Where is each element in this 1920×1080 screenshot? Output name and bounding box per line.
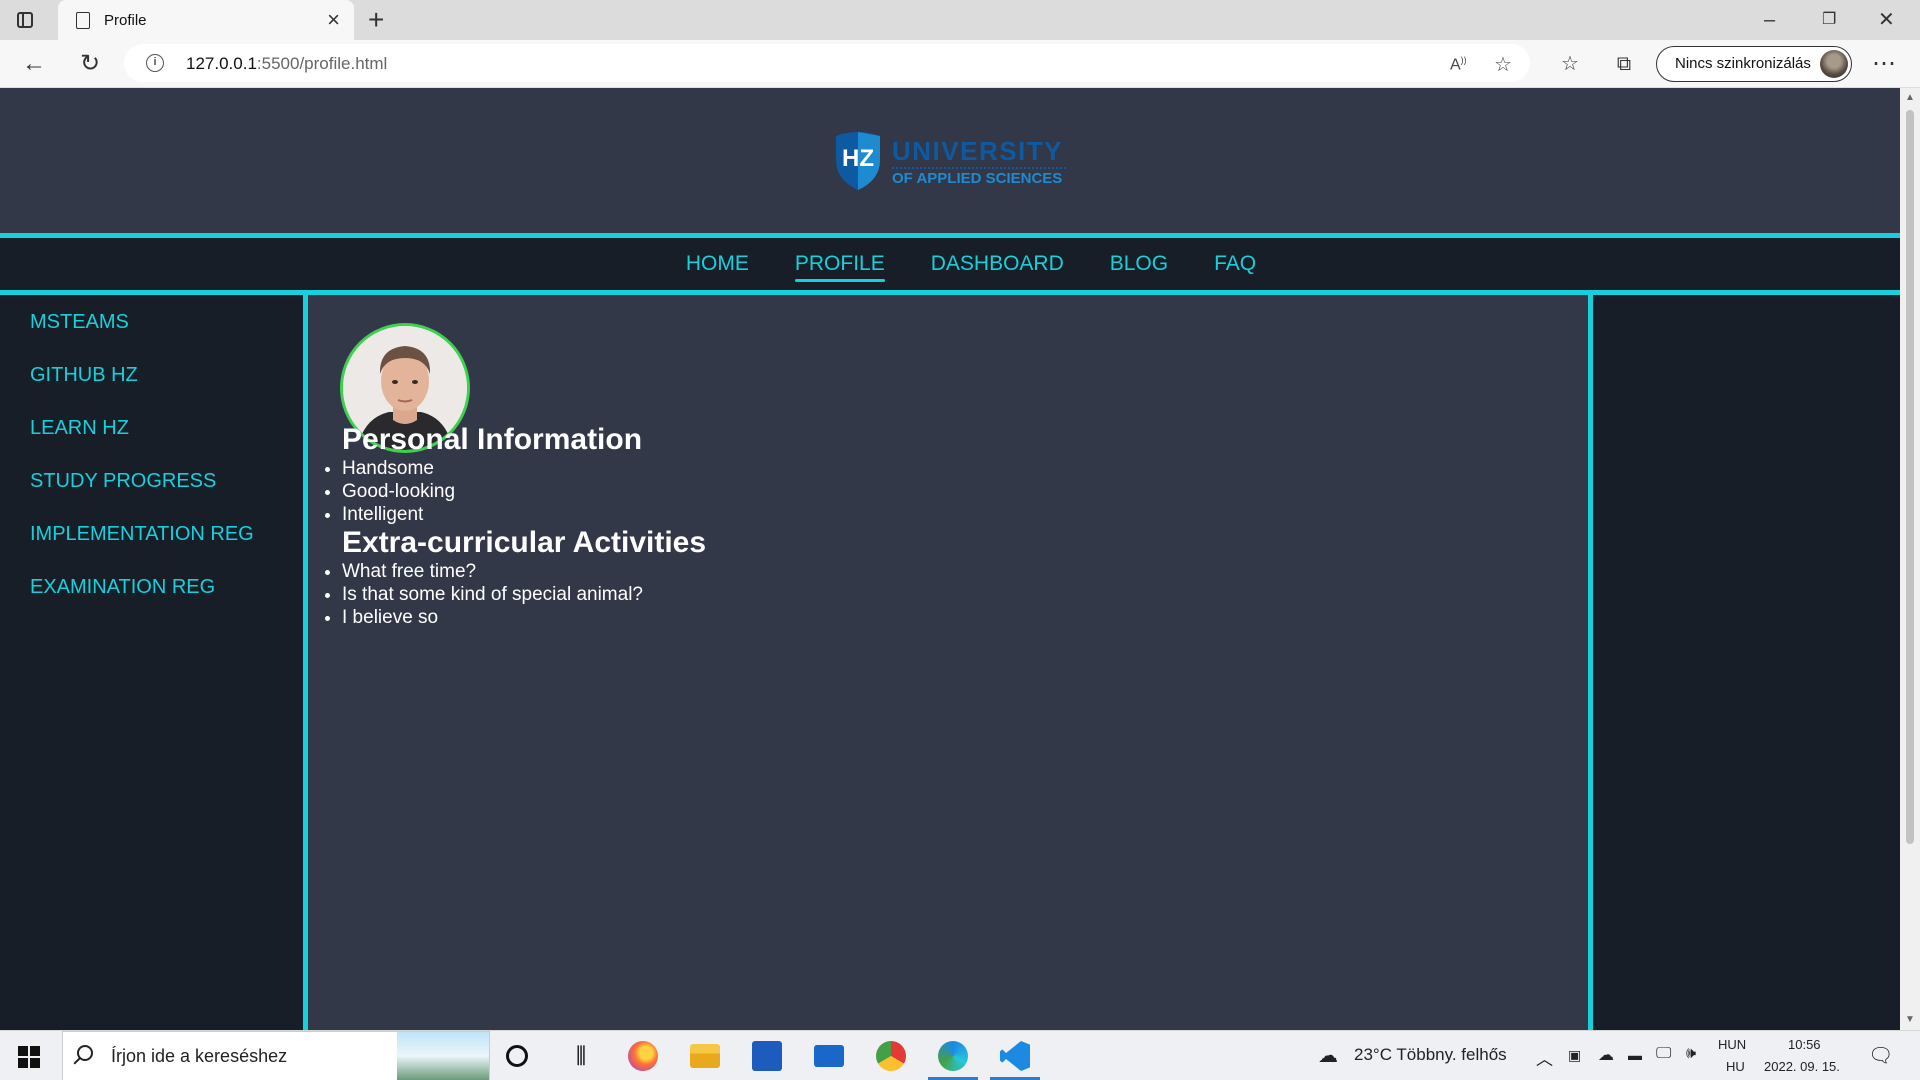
avatar <box>1820 50 1848 78</box>
sidebar-item-msteams[interactable]: MSTEAMS <box>30 311 129 334</box>
task-view-icon[interactable]: ⫼ <box>566 1041 596 1071</box>
personal-info-heading: Personal Information <box>342 423 643 456</box>
minimize-icon[interactable]: – <box>1764 6 1775 34</box>
clock-date[interactable]: 2022. 09. 15. <box>1764 1059 1840 1074</box>
url-text: 127.0.0.1:5500/profile.html <box>186 54 388 73</box>
sidebar-item-examination-reg[interactable]: EXAMINATION REG <box>30 576 215 599</box>
nav-faq[interactable]: FAQ <box>1214 252 1256 276</box>
list-item: Is that some kind of special animal? <box>342 583 643 606</box>
logo-subtitle: OF APPLIED SCIENCES <box>892 170 1063 187</box>
windows-start-icon[interactable] <box>18 1046 40 1068</box>
browser-tab[interactable]: Profile × <box>58 0 354 40</box>
profile-content: Personal Information Handsome Good-looki… <box>308 295 1588 1030</box>
close-window-icon[interactable]: ✕ <box>1878 6 1895 34</box>
activities-heading: Extra-curricular Activities <box>342 526 707 559</box>
language-code[interactable]: HUN <box>1718 1037 1746 1052</box>
list-item: Good-looking <box>342 480 455 503</box>
clock-time[interactable]: 10:56 <box>1788 1037 1821 1052</box>
edge-icon[interactable] <box>938 1041 968 1071</box>
sidebar-item-implementation-reg[interactable]: IMPLEMENTATION REG <box>30 523 254 546</box>
nav-blog[interactable]: BLOG <box>1110 252 1168 276</box>
main-nav: HOME PROFILE DASHBOARD BLOG FAQ <box>0 233 1900 295</box>
close-icon[interactable]: × <box>327 9 340 31</box>
add-favorite-icon[interactable]: ☆ <box>1494 52 1512 77</box>
collections-icon[interactable]: ⧉ <box>1608 50 1640 78</box>
page-scrollbar[interactable]: ▲ ▼ <box>1900 88 1920 1030</box>
file-explorer-icon[interactable] <box>690 1044 720 1068</box>
search-icon <box>77 1045 93 1061</box>
university-logo[interactable]: HZ UNIVERSITY OF APPLIED SCIENCES <box>832 130 1072 192</box>
favorites-icon[interactable]: ☆ <box>1554 50 1586 78</box>
weather-text[interactable]: 23°C Többny. felhős <box>1354 1045 1507 1065</box>
sync-profile-button[interactable]: Nincs szinkronizálás <box>1656 46 1852 82</box>
nav-profile[interactable]: PROFILE <box>794 252 885 282</box>
network-icon[interactable]: 🖵 <box>1656 1045 1671 1063</box>
windows-taskbar: Írjon ide a kereséshez ⫼ ☁ 23°C Többny. … <box>0 1030 1920 1080</box>
personal-info-list: Handsome Good-looking Intelligent <box>342 457 455 526</box>
activities-list: What free time? Is that some kind of spe… <box>342 560 643 629</box>
vscode-icon[interactable] <box>1000 1041 1030 1071</box>
sidebar-item-learn[interactable]: LEARN HZ <box>30 417 129 440</box>
sidebar-item-github[interactable]: GITHUB HZ <box>30 364 138 387</box>
web-page: HZ UNIVERSITY OF APPLIED SCIENCES HOME P… <box>0 88 1900 1030</box>
tab-actions-icon[interactable] <box>14 9 36 31</box>
browser-toolbar: ← ↻ i 127.0.0.1:5500/profile.html A)) ☆ … <box>0 40 1920 88</box>
firefox-icon[interactable] <box>628 1041 658 1071</box>
keyboard-layout[interactable]: HU <box>1726 1059 1745 1074</box>
shield-icon: HZ <box>836 132 880 190</box>
logo-title: UNIVERSITY <box>892 136 1064 166</box>
list-item: I believe so <box>342 606 643 629</box>
sidebar-item-study-progress[interactable]: STUDY PROGRESS <box>30 470 216 493</box>
right-sidebar <box>1588 295 1900 1030</box>
logo-divider <box>892 167 1066 169</box>
read-aloud-icon[interactable]: A)) <box>1450 55 1467 74</box>
page-icon <box>76 11 90 29</box>
sync-label: Nincs szinkronizálás <box>1675 55 1811 72</box>
restore-icon[interactable]: ❐ <box>1822 6 1836 34</box>
site-header: HZ UNIVERSITY OF APPLIED SCIENCES <box>0 88 1900 233</box>
nav-home[interactable]: HOME <box>686 252 749 276</box>
refresh-icon[interactable]: ↻ <box>74 50 106 78</box>
scroll-thumb[interactable] <box>1906 110 1914 844</box>
address-bar[interactable]: i 127.0.0.1:5500/profile.html A)) ☆ <box>124 44 1530 82</box>
chrome-icon[interactable] <box>876 1041 906 1071</box>
scroll-up-icon[interactable]: ▲ <box>1905 92 1915 103</box>
back-icon[interactable]: ← <box>18 50 50 78</box>
svg-text:HZ: HZ <box>842 145 874 172</box>
meet-icon[interactable]: ▣ <box>1568 1047 1581 1064</box>
list-item: Intelligent <box>342 503 455 526</box>
cortana-icon[interactable] <box>506 1045 528 1067</box>
browser-tab-bar: Profile × + – ❐ ✕ <box>0 0 1920 40</box>
plus-icon[interactable]: + <box>368 4 384 36</box>
battery-icon[interactable]: ▬ <box>1628 1047 1642 1063</box>
list-item: What free time? <box>342 560 643 583</box>
left-sidebar: MSTEAMS GITHUB HZ LEARN HZ STUDY PROGRES… <box>0 295 308 1030</box>
search-highlight-image <box>397 1032 489 1080</box>
store-icon[interactable] <box>752 1041 782 1071</box>
taskbar-search[interactable]: Írjon ide a kereséshez <box>62 1031 490 1080</box>
list-item: Handsome <box>342 457 455 480</box>
tab-title: Profile <box>104 11 147 29</box>
scroll-down-icon[interactable]: ▼ <box>1905 1014 1915 1025</box>
more-icon[interactable]: ⋯ <box>1868 50 1900 78</box>
onedrive-icon[interactable]: ☁ <box>1598 1045 1614 1065</box>
notifications-icon[interactable]: 🗨 <box>1868 1043 1893 1068</box>
info-icon[interactable]: i <box>146 54 164 72</box>
mail-icon[interactable] <box>814 1045 844 1067</box>
nav-dashboard[interactable]: DASHBOARD <box>931 252 1064 276</box>
volume-icon[interactable]: 🕪 <box>1686 1045 1696 1063</box>
search-placeholder: Írjon ide a kereséshez <box>111 1046 288 1066</box>
chevron-up-icon[interactable]: ︿ <box>1536 1045 1553 1070</box>
weather-icon[interactable]: ☁ <box>1318 1043 1338 1068</box>
